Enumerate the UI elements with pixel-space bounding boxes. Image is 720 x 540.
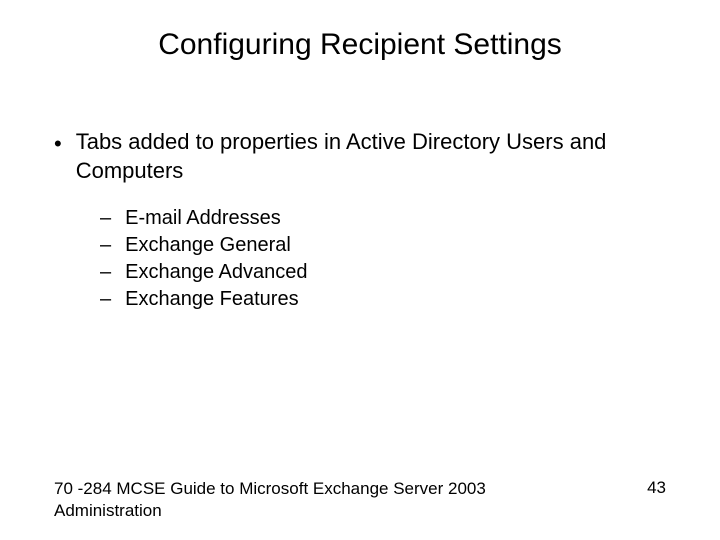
- sub-bullet-list: – E-mail Addresses – Exchange General – …: [54, 205, 666, 313]
- bullet-marker: •: [54, 130, 62, 159]
- sub-bullet-item: – Exchange Features: [100, 286, 666, 313]
- dash-marker: –: [100, 286, 111, 313]
- sub-bullet-text: Exchange Advanced: [125, 259, 307, 286]
- dash-marker: –: [100, 205, 111, 232]
- slide-title: Configuring Recipient Settings: [0, 0, 720, 72]
- footer: 70 -284 MCSE Guide to Microsoft Exchange…: [54, 478, 666, 522]
- sub-bullet-text: Exchange Features: [125, 286, 298, 313]
- sub-bullet-text: Exchange General: [125, 232, 291, 259]
- main-bullet-text: Tabs added to properties in Active Direc…: [76, 128, 666, 185]
- sub-bullet-text: E-mail Addresses: [125, 205, 281, 232]
- dash-marker: –: [100, 259, 111, 286]
- main-bullet: • Tabs added to properties in Active Dir…: [54, 128, 666, 185]
- sub-bullet-item: – E-mail Addresses: [100, 205, 666, 232]
- sub-bullet-item: – Exchange Advanced: [100, 259, 666, 286]
- content-area: • Tabs added to properties in Active Dir…: [0, 72, 720, 313]
- dash-marker: –: [100, 232, 111, 259]
- footer-source: 70 -284 MCSE Guide to Microsoft Exchange…: [54, 478, 494, 522]
- sub-bullet-item: – Exchange General: [100, 232, 666, 259]
- page-number: 43: [647, 478, 666, 498]
